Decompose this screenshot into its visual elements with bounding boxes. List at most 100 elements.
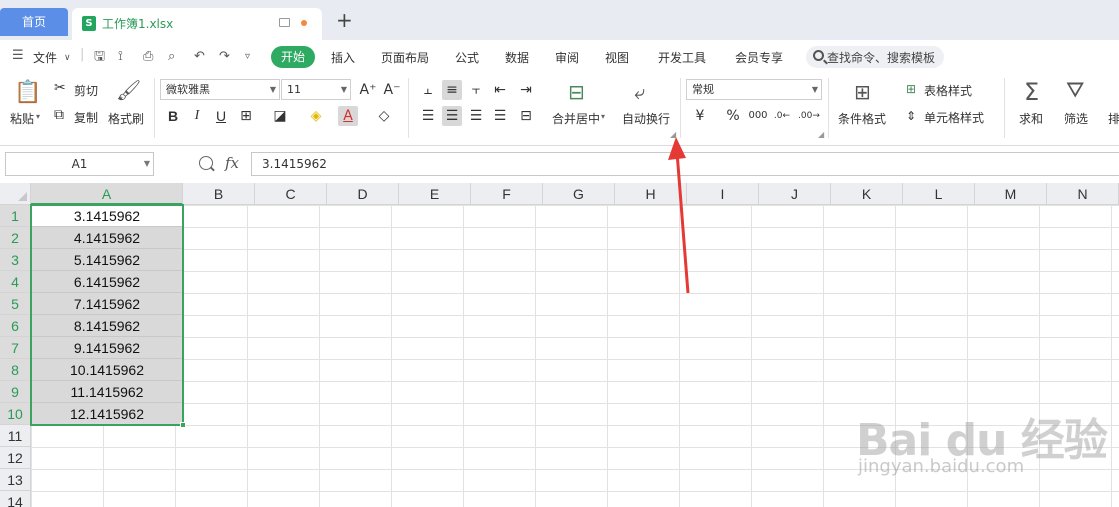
copy-button[interactable]: 复制	[74, 109, 98, 126]
column-header-n[interactable]: N	[1047, 183, 1119, 205]
number-format-select[interactable]: 常规 ▼	[686, 79, 822, 100]
formula-input[interactable]: 3.1415962	[251, 152, 1119, 176]
cell-style-icon[interactable]: ⇕	[906, 109, 916, 123]
align-bottom-icon[interactable]: ⫟	[466, 80, 486, 100]
paste-icon[interactable]: 📋	[14, 80, 41, 105]
menu-review[interactable]: 审阅	[555, 49, 579, 66]
column-header-m[interactable]: M	[975, 183, 1047, 205]
cut-icon[interactable]: ✂	[54, 80, 66, 96]
format-painter-icon[interactable]: 🖌	[116, 78, 141, 102]
font-color-icon[interactable]: A	[338, 106, 358, 126]
monitor-icon[interactable]	[279, 18, 290, 27]
increase-font-icon[interactable]: A⁺	[358, 80, 378, 100]
row-header-1[interactable]: 1	[0, 205, 31, 227]
align-left-icon[interactable]: ☰	[418, 106, 438, 126]
row-header-11[interactable]: 11	[0, 425, 31, 447]
font-name-select[interactable]: 微软雅黑 ▼	[160, 79, 280, 100]
expand-number-icon[interactable]: ◢	[818, 130, 824, 139]
column-header-b[interactable]: B	[183, 183, 255, 205]
fx-icon[interactable]: fx	[225, 154, 239, 172]
hamburger-icon[interactable]: ☰	[12, 49, 24, 63]
row-header-5[interactable]: 5	[0, 293, 31, 315]
merge-cells-icon[interactable]: ⊟	[568, 80, 585, 104]
row-header-4[interactable]: 4	[0, 271, 31, 293]
sum-button[interactable]: 求和	[1019, 110, 1043, 127]
undo-icon[interactable]: ↶	[194, 50, 205, 64]
chevron-down-icon[interactable]: ▾	[601, 112, 605, 121]
copy-icon[interactable]: ⧉	[54, 107, 64, 123]
menu-home[interactable]: 开始	[271, 46, 315, 68]
chevron-down-icon[interactable]: ▾	[36, 112, 40, 121]
align-middle-icon[interactable]: ≡	[442, 80, 462, 100]
menu-formulas[interactable]: 公式	[455, 49, 479, 66]
column-header-f[interactable]: F	[471, 183, 543, 205]
menu-file[interactable]: 文件	[33, 49, 57, 66]
column-header-a[interactable]: A	[31, 183, 183, 205]
tab-workbook[interactable]: S 工作簿1.xlsx	[72, 8, 322, 40]
redo-icon[interactable]: ↷	[219, 50, 230, 64]
row-header-7[interactable]: 7	[0, 337, 31, 359]
column-header-c[interactable]: C	[255, 183, 327, 205]
decrease-decimal-icon[interactable]: .00→	[798, 106, 820, 126]
save-icon[interactable]: 🖫	[94, 50, 105, 64]
fill-color-icon[interactable]: ◈	[306, 106, 326, 126]
row-header-13[interactable]: 13	[0, 469, 31, 491]
align-right-icon[interactable]: ☰	[466, 106, 486, 126]
increase-indent-icon[interactable]: ⇥	[516, 80, 536, 100]
row-header-3[interactable]: 3	[0, 249, 31, 271]
wrap-text-button[interactable]: 自动换行	[622, 110, 670, 127]
conditional-format-button[interactable]: 条件格式	[838, 110, 886, 127]
sum-icon[interactable]: Σ	[1024, 78, 1039, 106]
zoom-icon[interactable]	[199, 156, 213, 170]
italic-icon[interactable]: I	[187, 106, 207, 126]
justify-icon[interactable]: ☰	[490, 106, 510, 126]
row-header-2[interactable]: 2	[0, 227, 31, 249]
align-top-icon[interactable]: ⫠	[418, 80, 438, 100]
column-header-e[interactable]: E	[399, 183, 471, 205]
customize-toolbar-icon[interactable]: ▿	[245, 50, 250, 64]
menu-view[interactable]: 视图	[605, 49, 629, 66]
currency-icon[interactable]: ¥	[690, 106, 710, 126]
column-header-l[interactable]: L	[903, 183, 975, 205]
column-header-j[interactable]: J	[759, 183, 831, 205]
table-style-icon[interactable]: ⊞	[906, 82, 916, 96]
menu-member[interactable]: 会员专享	[735, 49, 783, 66]
table-style-button[interactable]: 表格样式	[924, 82, 972, 99]
column-header-i[interactable]: I	[687, 183, 759, 205]
new-tab-button[interactable]: +	[336, 10, 353, 30]
format-painter-button[interactable]: 格式刷	[108, 110, 144, 127]
merge-center-button[interactable]: 合并居中	[552, 110, 600, 127]
wrap-text-icon[interactable]: ⤶	[634, 80, 645, 104]
decrease-font-icon[interactable]: A⁻	[382, 80, 402, 100]
cell-style-button[interactable]: 单元格样式	[924, 109, 984, 126]
fill-handle[interactable]	[180, 422, 186, 428]
percent-icon[interactable]: %	[723, 106, 743, 126]
column-header-h[interactable]: H	[615, 183, 687, 205]
font-size-select[interactable]: 11 ▼	[281, 79, 351, 100]
border-icon[interactable]: ⊞	[236, 106, 256, 126]
export-icon[interactable]: ⟟	[118, 50, 123, 64]
print-preview-icon[interactable]: ⌕	[168, 50, 175, 64]
row-header-9[interactable]: 9	[0, 381, 31, 403]
row-header-12[interactable]: 12	[0, 447, 31, 469]
bold-icon[interactable]: B	[163, 106, 183, 126]
menu-insert[interactable]: 插入	[331, 49, 355, 66]
conditional-format-icon[interactable]: ⊞	[854, 80, 871, 104]
menu-data[interactable]: 数据	[505, 49, 529, 66]
expand-alignment-icon[interactable]: ◢	[670, 130, 676, 139]
tab-home[interactable]: 首页	[0, 8, 68, 36]
row-header-14[interactable]: 14	[0, 491, 31, 507]
column-header-k[interactable]: K	[831, 183, 903, 205]
row-header-6[interactable]: 6	[0, 315, 31, 337]
underline-icon[interactable]: U	[211, 106, 231, 126]
column-header-d[interactable]: D	[327, 183, 399, 205]
clear-format-icon[interactable]: ◇	[374, 106, 394, 126]
sort-button[interactable]: 排	[1108, 110, 1119, 127]
decrease-indent-icon[interactable]: ⇤	[490, 80, 510, 100]
column-header-g[interactable]: G	[543, 183, 615, 205]
increase-decimal-icon[interactable]: .0←	[772, 106, 792, 126]
print-icon[interactable]: ⎙	[143, 50, 153, 64]
row-header-10[interactable]: 10	[0, 403, 31, 425]
thousands-icon[interactable]: 000	[748, 106, 768, 126]
name-box[interactable]: A1 ▼	[5, 152, 154, 176]
